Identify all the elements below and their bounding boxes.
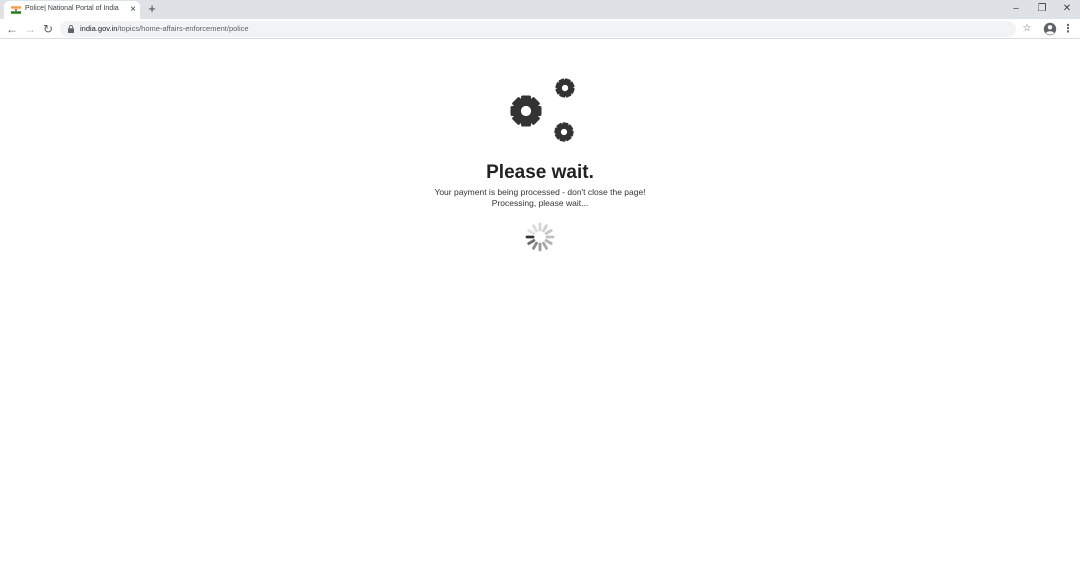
- processing-status: Processing, please wait...: [491, 198, 589, 208]
- close-window-icon[interactable]: ✕: [1054, 0, 1080, 17]
- url-text[interactable]: india.gov.in/topics/home-affairs-enforce…: [80, 24, 249, 33]
- bookmark-star-icon[interactable]: ☆: [1020, 21, 1034, 37]
- forward-icon[interactable]: →: [22, 21, 38, 37]
- payment-message: Your payment is being processed - don't …: [434, 187, 646, 197]
- india-flag-icon: [11, 6, 21, 14]
- url-path: /topics/home-affairs-enforcement/police: [117, 24, 249, 33]
- lock-icon: [68, 25, 74, 33]
- reload-icon[interactable]: ↻: [40, 21, 56, 37]
- profile-avatar-icon[interactable]: [1043, 22, 1057, 36]
- tab-active[interactable]: Police| National Portal of India ×: [4, 1, 140, 19]
- browser-menu-icon[interactable]: ⋮: [1062, 21, 1074, 37]
- browser-toolbar: ← → ↻ india.gov.in/topics/home-affairs-e…: [0, 19, 1080, 39]
- page-title: Please wait.: [486, 162, 594, 183]
- address-bar[interactable]: india.gov.in/topics/home-affairs-enforce…: [60, 21, 1016, 37]
- gears-icon: [510, 75, 578, 144]
- tab-close-icon[interactable]: ×: [127, 3, 139, 16]
- tab-title: Police| National Portal of India: [25, 5, 119, 12]
- restore-icon[interactable]: ❐: [1029, 0, 1055, 17]
- back-icon[interactable]: ←: [4, 21, 20, 37]
- url-host: india.gov.in: [80, 24, 118, 33]
- tab-strip: Police| National Portal of India × + – ❐…: [0, 0, 1080, 19]
- loading-spinner-icon: [525, 222, 555, 252]
- new-tab-icon[interactable]: +: [144, 2, 160, 16]
- minimize-icon[interactable]: –: [1003, 0, 1029, 17]
